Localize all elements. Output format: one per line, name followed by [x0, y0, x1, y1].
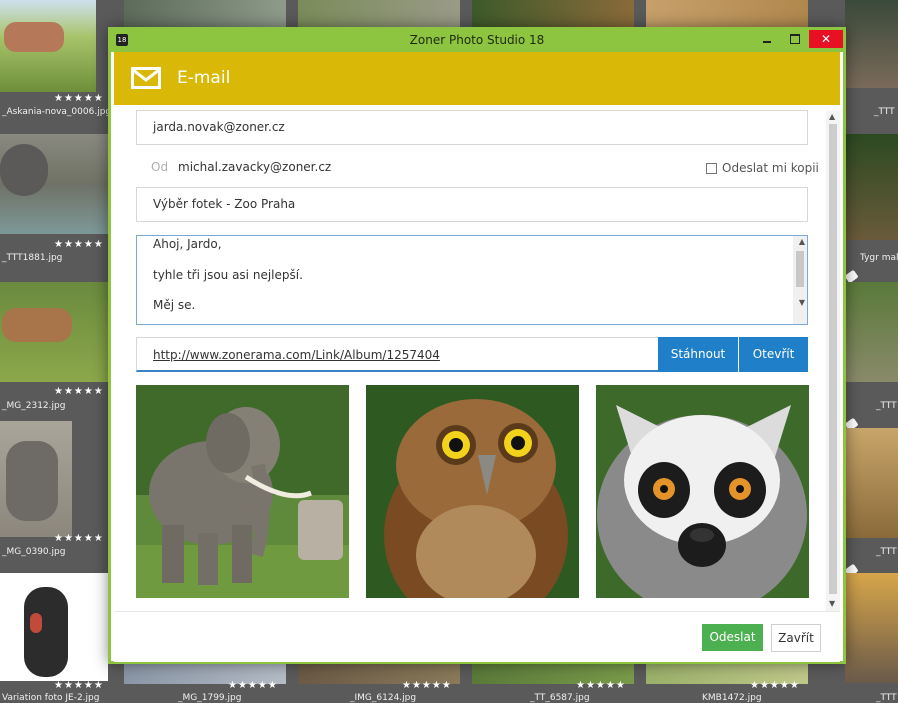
message-line: tyhle tři jsou asi nejlepší.: [153, 268, 303, 282]
scroll-thumb[interactable]: [829, 124, 837, 594]
bg-thumbnail[interactable]: [845, 573, 898, 683]
close-button[interactable]: Zavřít: [771, 624, 821, 652]
bg-caption: _MG_2312.jpg: [2, 401, 66, 411]
bg-thumbnail[interactable]: [124, 0, 286, 28]
scroll-thumb[interactable]: [796, 251, 804, 287]
close-icon: ✕: [820, 32, 832, 46]
minimize-button[interactable]: [753, 30, 781, 48]
bg-caption: Variation foto JE-2.jpg: [2, 693, 100, 703]
bg-thumbnail[interactable]: [845, 134, 898, 240]
bg-caption: _TTT: [876, 401, 897, 411]
bg-caption: _MG_0390.jpg: [2, 547, 66, 557]
bg-rating: ★★★★★: [576, 680, 626, 691]
bg-caption: _MG_1799.jpg: [178, 693, 242, 703]
message-scrollbar[interactable]: ▲ ▼: [793, 236, 807, 324]
bg-thumbnail[interactable]: [845, 0, 898, 88]
envelope-icon: [131, 67, 161, 89]
bg-rating: ★★★★★: [54, 386, 104, 397]
message-line: Měj se.: [153, 298, 196, 312]
bg-caption: _TTT: [876, 693, 897, 703]
download-button[interactable]: Stáhnout: [658, 337, 738, 372]
bg-caption: _IMG_6124.jpg: [350, 693, 417, 703]
send-copy-checkbox[interactable]: [706, 163, 717, 174]
bg-thumbnail[interactable]: [845, 428, 898, 538]
bg-rating: ★★★★★: [54, 239, 104, 250]
bg-caption: _TTT: [874, 107, 895, 117]
title-bar[interactable]: 18 Zoner Photo Studio 18 ✕: [111, 30, 843, 52]
album-link-field[interactable]: http://www.zonerama.com/Link/Album/12574…: [136, 337, 658, 372]
recipient-field[interactable]: jarda.novak@zoner.cz: [136, 110, 808, 145]
attachment-photo-elephant[interactable]: [136, 385, 349, 598]
scroll-up-icon[interactable]: ▲: [799, 237, 805, 246]
dialog-scrollbar[interactable]: ▲ ▼: [826, 111, 840, 611]
minimize-icon: [763, 41, 771, 43]
dialog-content: jarda.novak@zoner.cz Od michal.zavacky@z…: [114, 105, 840, 611]
bg-thumbnail[interactable]: [646, 0, 808, 28]
send-button[interactable]: Odeslat: [702, 624, 763, 651]
bg-caption: Tygr mal: [860, 253, 898, 263]
close-window-button[interactable]: ✕: [809, 30, 843, 48]
maximize-icon: [790, 34, 800, 44]
album-link[interactable]: http://www.zonerama.com/Link/Album/12574…: [153, 348, 440, 362]
bg-rating: ★★★★★: [402, 680, 452, 691]
bg-thumbnail[interactable]: [0, 421, 72, 537]
bg-caption: _TTT: [876, 547, 897, 557]
bg-rating: ★★★★★: [750, 680, 800, 691]
bg-thumbnail[interactable]: [472, 0, 634, 28]
scroll-up-icon[interactable]: ▲: [829, 112, 835, 121]
maximize-button[interactable]: [781, 30, 809, 48]
attachment-photo-lemur[interactable]: [596, 385, 809, 598]
bg-thumbnail[interactable]: [0, 282, 108, 382]
bg-thumbnail[interactable]: [0, 573, 108, 681]
bg-caption: _TT_6587.jpg: [530, 693, 590, 703]
message-textarea[interactable]: Ahoj, Jardo, tyhle tři jsou asi nejlepší…: [136, 235, 808, 325]
from-value: michal.zavacky@zoner.cz: [178, 160, 332, 174]
bg-thumbnail[interactable]: [298, 0, 460, 28]
window-title: Zoner Photo Studio 18: [409, 33, 545, 47]
email-dialog: 18 Zoner Photo Studio 18 ✕ E-mail jarda.…: [108, 27, 846, 664]
dialog-title: E-mail: [177, 68, 231, 88]
bg-rating: ★★★★★: [228, 680, 278, 691]
bg-rating: ★★★★★: [54, 93, 104, 104]
message-line: Ahoj, Jardo,: [153, 237, 222, 251]
send-copy-label[interactable]: Odeslat mi kopii: [722, 161, 819, 175]
bg-thumbnail[interactable]: [0, 134, 108, 234]
bg-thumbnail[interactable]: [845, 282, 898, 382]
attachment-photo-owl[interactable]: [366, 385, 579, 598]
from-label: Od: [151, 160, 169, 174]
dialog-header: E-mail: [114, 52, 840, 105]
scroll-down-icon[interactable]: ▼: [829, 599, 835, 608]
bg-thumbnail[interactable]: [0, 0, 96, 92]
bg-caption: KMB1472.jpg: [702, 693, 762, 703]
bg-rating: ★★★★★: [54, 533, 104, 544]
bg-rating: ★★★★★: [54, 680, 104, 691]
bg-caption: _TTT1881.jpg: [2, 253, 63, 263]
subject-field[interactable]: Výběr fotek - Zoo Praha: [136, 187, 808, 222]
dialog-footer: Odeslat Zavřít: [114, 611, 840, 662]
scroll-down-icon[interactable]: ▼: [799, 298, 805, 307]
open-button[interactable]: Otevřít: [739, 337, 808, 372]
bg-caption: _Askania-nova_0006.jpg: [2, 107, 112, 117]
